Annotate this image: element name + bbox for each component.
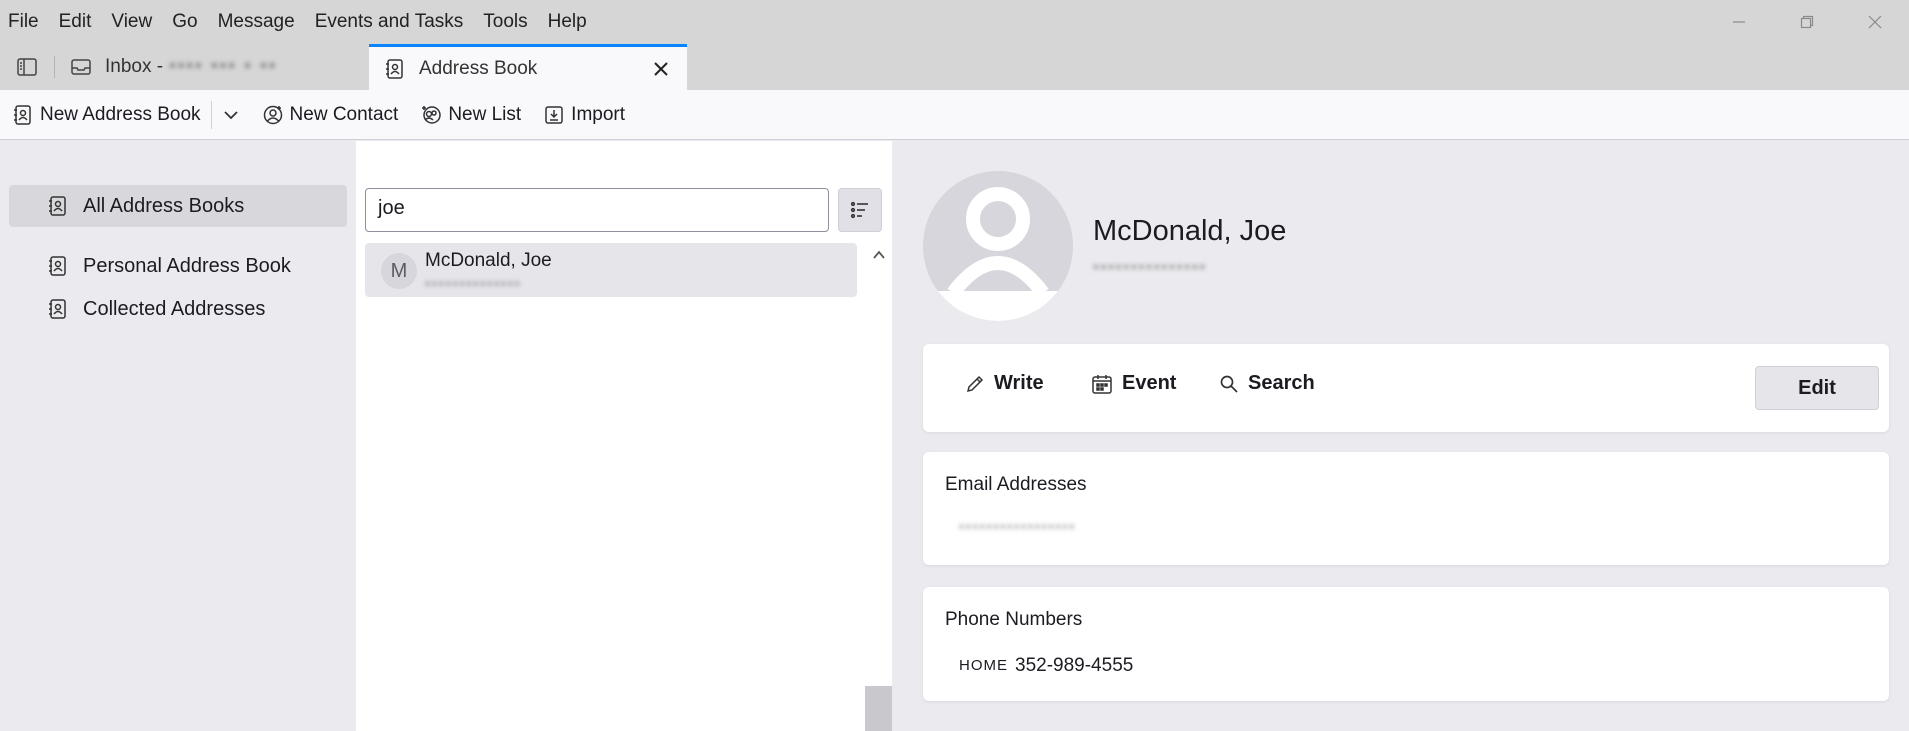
address-book-icon	[383, 57, 407, 81]
phone-section-title: Phone Numbers	[945, 609, 1083, 630]
book-item-label: Personal Address Book	[83, 254, 291, 277]
event-button[interactable]: Event	[1091, 372, 1176, 395]
scroll-up-button[interactable]	[865, 243, 892, 267]
address-book-icon	[49, 299, 66, 319]
scrollbar-thumb[interactable]	[865, 686, 892, 731]
menu-bar: File Edit View Go Message Events and Tas…	[0, 0, 607, 44]
inbox-icon	[69, 55, 93, 79]
menu-message[interactable]: Message	[218, 11, 295, 33]
person-icon	[923, 171, 1073, 321]
close-window-button[interactable]	[1841, 0, 1909, 44]
address-book-icon	[49, 196, 66, 216]
address-book-icon	[14, 104, 31, 125]
sidebar-icon	[17, 58, 37, 76]
new-contact-icon	[263, 105, 282, 124]
new-address-book-button[interactable]: New Address Book	[12, 104, 201, 126]
new-list-button[interactable]: New List	[420, 104, 521, 126]
list-options-icon	[850, 201, 868, 219]
import-icon	[545, 105, 563, 124]
book-item-label: Collected Addresses	[83, 297, 266, 320]
book-item-label: All Address Books	[83, 194, 245, 217]
new-address-book-dropdown[interactable]	[222, 106, 240, 124]
phone-type-label: HOME	[959, 657, 1008, 674]
book-item-personal-address-book[interactable]: Personal Address Book	[9, 245, 347, 287]
search-label: Search	[1248, 372, 1315, 394]
email-address-value[interactable]: •••••••••••••••••	[959, 518, 1076, 534]
minimize-icon	[1733, 21, 1745, 23]
new-list-label: New List	[448, 103, 522, 125]
new-contact-label: New Contact	[289, 103, 399, 125]
tab-strip: Inbox - •••• ••• • •• Address Book	[0, 44, 687, 90]
address-book-list: All Address Books Personal Address Book …	[0, 141, 356, 731]
contact-email: ••••••••••••••	[425, 275, 522, 291]
new-list-icon	[422, 105, 442, 124]
search-input[interactable]: joe	[365, 188, 829, 232]
contact-detail-name: McDonald, Joe	[1093, 215, 1287, 247]
search-icon	[1220, 375, 1238, 393]
window-controls	[1705, 0, 1909, 44]
tab-inbox-account: •••• ••• • ••	[169, 56, 278, 77]
restore-button[interactable]	[1773, 0, 1841, 44]
spaces-toolbar-button[interactable]	[0, 44, 54, 90]
close-icon	[1868, 15, 1882, 29]
phone-number-value[interactable]: 352-989-4555	[1015, 655, 1133, 677]
menu-view[interactable]: View	[111, 11, 152, 33]
pencil-icon	[966, 375, 984, 392]
phone-numbers-card: Phone Numbers HOME 352-989-4555	[923, 587, 1889, 701]
contact-avatar: M	[381, 253, 417, 289]
menu-edit[interactable]: Edit	[59, 11, 92, 33]
new-contact-button[interactable]: New Contact	[262, 103, 399, 126]
contact-detail-pane: McDonald, Joe ••••••••••••••• Write Even…	[892, 141, 1909, 731]
chevron-down-icon	[223, 110, 238, 119]
contact-photo	[923, 171, 1073, 321]
book-item-collected-addresses[interactable]: Collected Addresses	[9, 288, 347, 330]
menu-file[interactable]: File	[8, 11, 39, 33]
search-button[interactable]: Search	[1219, 372, 1315, 395]
tab-inbox-label: Inbox -	[105, 56, 164, 77]
menu-events-and-tasks[interactable]: Events and Tasks	[315, 11, 464, 33]
calendar-icon	[1092, 374, 1112, 394]
write-button[interactable]: Write	[965, 372, 1044, 395]
chevron-up-icon	[872, 250, 885, 259]
contact-list-scrollbar[interactable]	[865, 243, 892, 731]
book-item-all-address-books[interactable]: All Address Books	[9, 185, 347, 227]
toolbar-separator	[210, 100, 212, 129]
contact-name: McDonald, Joe	[425, 250, 552, 271]
new-address-book-label: New Address Book	[40, 103, 201, 125]
import-label: Import	[571, 103, 626, 125]
contact-row[interactable]: M McDonald, Joe ••••••••••••••	[365, 243, 857, 297]
minimize-button[interactable]	[1705, 0, 1773, 44]
tab-inbox[interactable]: Inbox - •••• ••• • ••	[55, 44, 369, 90]
address-book-icon	[49, 256, 66, 276]
menu-help[interactable]: Help	[548, 11, 587, 33]
title-bar: File Edit View Go Message Events and Tas…	[0, 0, 1909, 90]
restore-icon	[1800, 15, 1814, 29]
email-addresses-card: Email Addresses •••••••••••••••••	[923, 452, 1889, 565]
contact-detail-email: •••••••••••••••	[1093, 259, 1208, 276]
menu-go[interactable]: Go	[172, 11, 197, 33]
menu-tools[interactable]: Tools	[483, 11, 527, 33]
close-icon	[654, 61, 668, 76]
sort-options-button[interactable]	[838, 188, 882, 232]
import-button[interactable]: Import	[543, 104, 625, 126]
tab-address-book-label: Address Book	[419, 57, 538, 79]
event-label: Event	[1122, 372, 1177, 394]
address-book-toolbar: New Address Book New Contact New List Im…	[0, 90, 1909, 140]
contact-list-pane: joe M McDonald, Joe ••••••••••••••	[356, 141, 892, 731]
tab-address-book[interactable]: Address Book	[369, 44, 687, 90]
close-tab-button[interactable]	[649, 57, 673, 81]
email-section-title: Email Addresses	[945, 474, 1087, 495]
edit-button[interactable]: Edit	[1755, 366, 1879, 410]
contact-actions-card: Write Event Search Edit	[923, 344, 1889, 432]
write-label: Write	[994, 372, 1044, 394]
